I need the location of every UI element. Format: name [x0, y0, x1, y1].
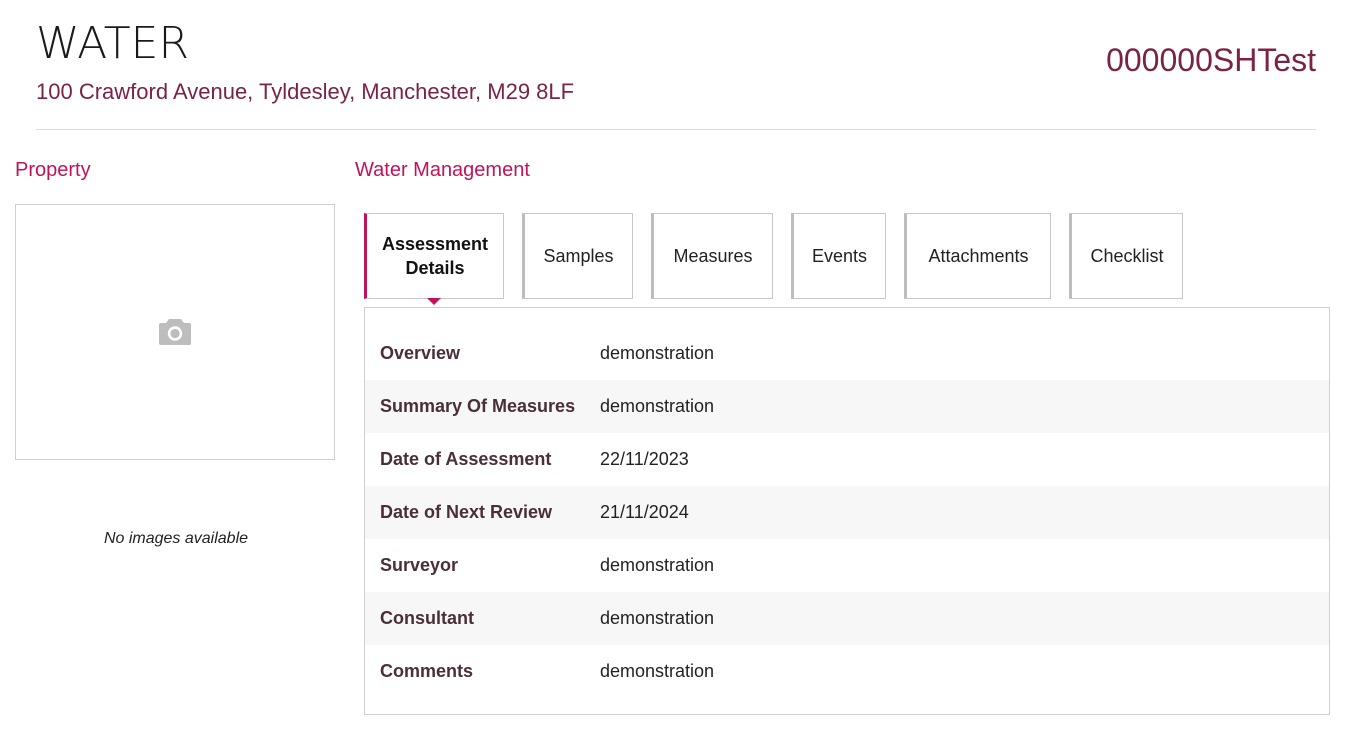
detail-row-date-of-next-review: Date of Next Review 21/11/2024: [365, 486, 1329, 539]
header-divider: [36, 129, 1316, 130]
detail-label: Surveyor: [380, 555, 459, 575]
tab-events[interactable]: Events: [791, 213, 886, 299]
detail-value: demonstration: [600, 661, 715, 681]
detail-label: Date of Next Review: [380, 502, 553, 522]
detail-value: 22/11/2023: [600, 449, 689, 469]
property-address: 100 Crawford Avenue, Tyldesley, Manchest…: [36, 79, 575, 104]
assessment-details-panel: Overview demonstration Summary Of Measur…: [364, 307, 1330, 715]
detail-label: Date of Assessment: [380, 449, 552, 469]
detail-label: Overview: [380, 343, 461, 363]
detail-row-comments: Comments demonstration: [365, 645, 1329, 698]
detail-value: demonstration: [600, 555, 715, 575]
tab-attachments[interactable]: Attachments: [904, 213, 1051, 299]
detail-row-surveyor: Surveyor demonstration: [365, 539, 1329, 592]
tab-checklist[interactable]: Checklist: [1069, 213, 1183, 299]
tab-label: Assessment Details: [381, 234, 489, 278]
detail-label: Consultant: [380, 608, 474, 628]
tab-label: Samples: [543, 245, 614, 266]
detail-label: Summary Of Measures: [380, 396, 576, 416]
tab-label: Attachments: [928, 245, 1029, 266]
tab-measures[interactable]: Measures: [651, 213, 773, 299]
camera-icon: [159, 319, 191, 345]
detail-value: demonstration: [600, 396, 715, 416]
water-management-heading: Water Management: [355, 159, 530, 181]
tab-assessment-details[interactable]: Assessment Details: [364, 213, 504, 305]
detail-row-date-of-assessment: Date of Assessment 22/11/2023: [365, 433, 1329, 486]
detail-row-summary-of-measures: Summary Of Measures demonstration: [365, 380, 1329, 433]
property-image-box[interactable]: [15, 204, 335, 460]
no-images-message: No images available: [103, 530, 249, 547]
detail-value: 21/11/2024: [600, 502, 689, 522]
detail-label: Comments: [380, 661, 474, 681]
tab-label: Measures: [673, 245, 753, 266]
detail-row-overview: Overview demonstration: [365, 327, 1329, 380]
tab-samples[interactable]: Samples: [522, 213, 633, 299]
reference-code: 000000SHTest: [1106, 42, 1316, 78]
water-management-tabs: Assessment Details Samples Measures Even…: [364, 213, 1201, 305]
property-heading: Property: [15, 159, 91, 181]
detail-row-consultant: Consultant demonstration: [365, 592, 1329, 645]
page-title: WATER: [36, 18, 190, 69]
tab-label: Events: [811, 245, 868, 266]
tab-label: Checklist: [1090, 245, 1164, 266]
detail-value: demonstration: [600, 343, 715, 363]
detail-value: demonstration: [600, 608, 715, 628]
